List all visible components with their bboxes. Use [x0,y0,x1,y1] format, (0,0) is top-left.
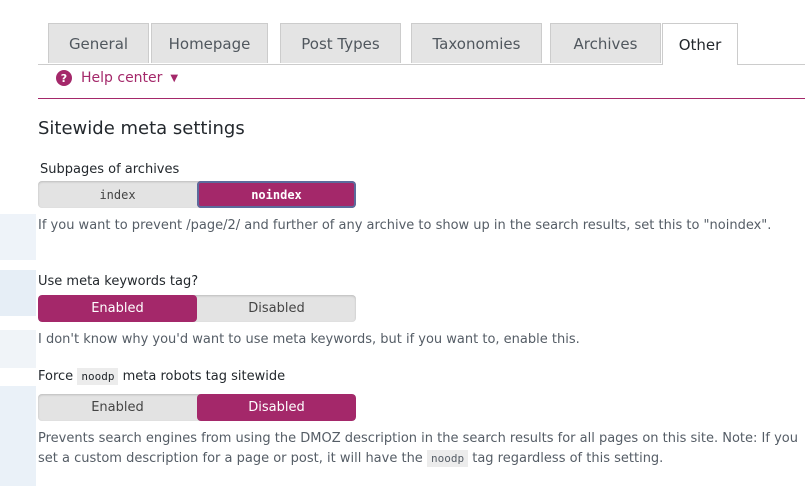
noodp-disabled-option[interactable]: Disabled [197,394,356,421]
noodp-description-code: noodp [426,450,469,467]
subpages-description: If you want to prevent /page/2/ and furt… [38,218,772,233]
subpages-noindex-option[interactable]: noindex [197,181,356,208]
noodp-description-text: Prevents search engines from using the D… [38,431,798,466]
noodp-enabled-option[interactable]: Enabled [38,394,197,421]
background-decoration [0,386,36,486]
tab-homepage[interactable]: Homepage [151,23,268,63]
section-title: Sitewide meta settings [38,118,245,139]
tab-taxonomies[interactable]: Taxonomies [411,23,542,63]
subpages-index-option[interactable]: index [38,181,197,208]
keywords-label: Use meta keywords tag? [38,274,199,289]
keywords-disabled-option[interactable]: Disabled [197,295,356,322]
noodp-label-code: noodp [77,368,119,385]
background-decoration [0,330,36,368]
noodp-description-tail: tag regardless of this setting. [472,451,664,466]
tab-post-types[interactable]: Post Types [280,23,401,63]
noodp-label-suffix: meta robots tag sitewide [122,369,286,384]
noodp-description: Prevents search engines from using the D… [38,429,800,469]
tab-general[interactable]: General [48,23,149,63]
help-center-toggle[interactable]: ? Help center ▼ [56,70,178,86]
question-icon: ? [56,70,72,86]
noodp-label-prefix: Force [38,369,74,384]
caret-down-icon: ▼ [170,72,179,84]
divider [38,98,805,99]
tab-archives[interactable]: Archives [550,23,661,63]
help-center-label: Help center [81,70,163,86]
keywords-toggle: Enabled Disabled [38,295,356,322]
background-decoration [0,270,36,316]
subpages-toggle: index noindex [38,181,356,208]
settings-tabs: General Homepage Post Types Taxonomies A… [38,0,805,65]
keywords-enabled-option[interactable]: Enabled [38,295,197,322]
noodp-label: Force noodp meta robots tag sitewide [38,368,286,385]
background-decoration [0,214,36,260]
tab-other[interactable]: Other [662,23,738,65]
subpages-label: Subpages of archives [40,162,180,177]
keywords-description: I don't know why you'd want to use meta … [38,332,580,347]
noodp-toggle: Enabled Disabled [38,394,356,421]
